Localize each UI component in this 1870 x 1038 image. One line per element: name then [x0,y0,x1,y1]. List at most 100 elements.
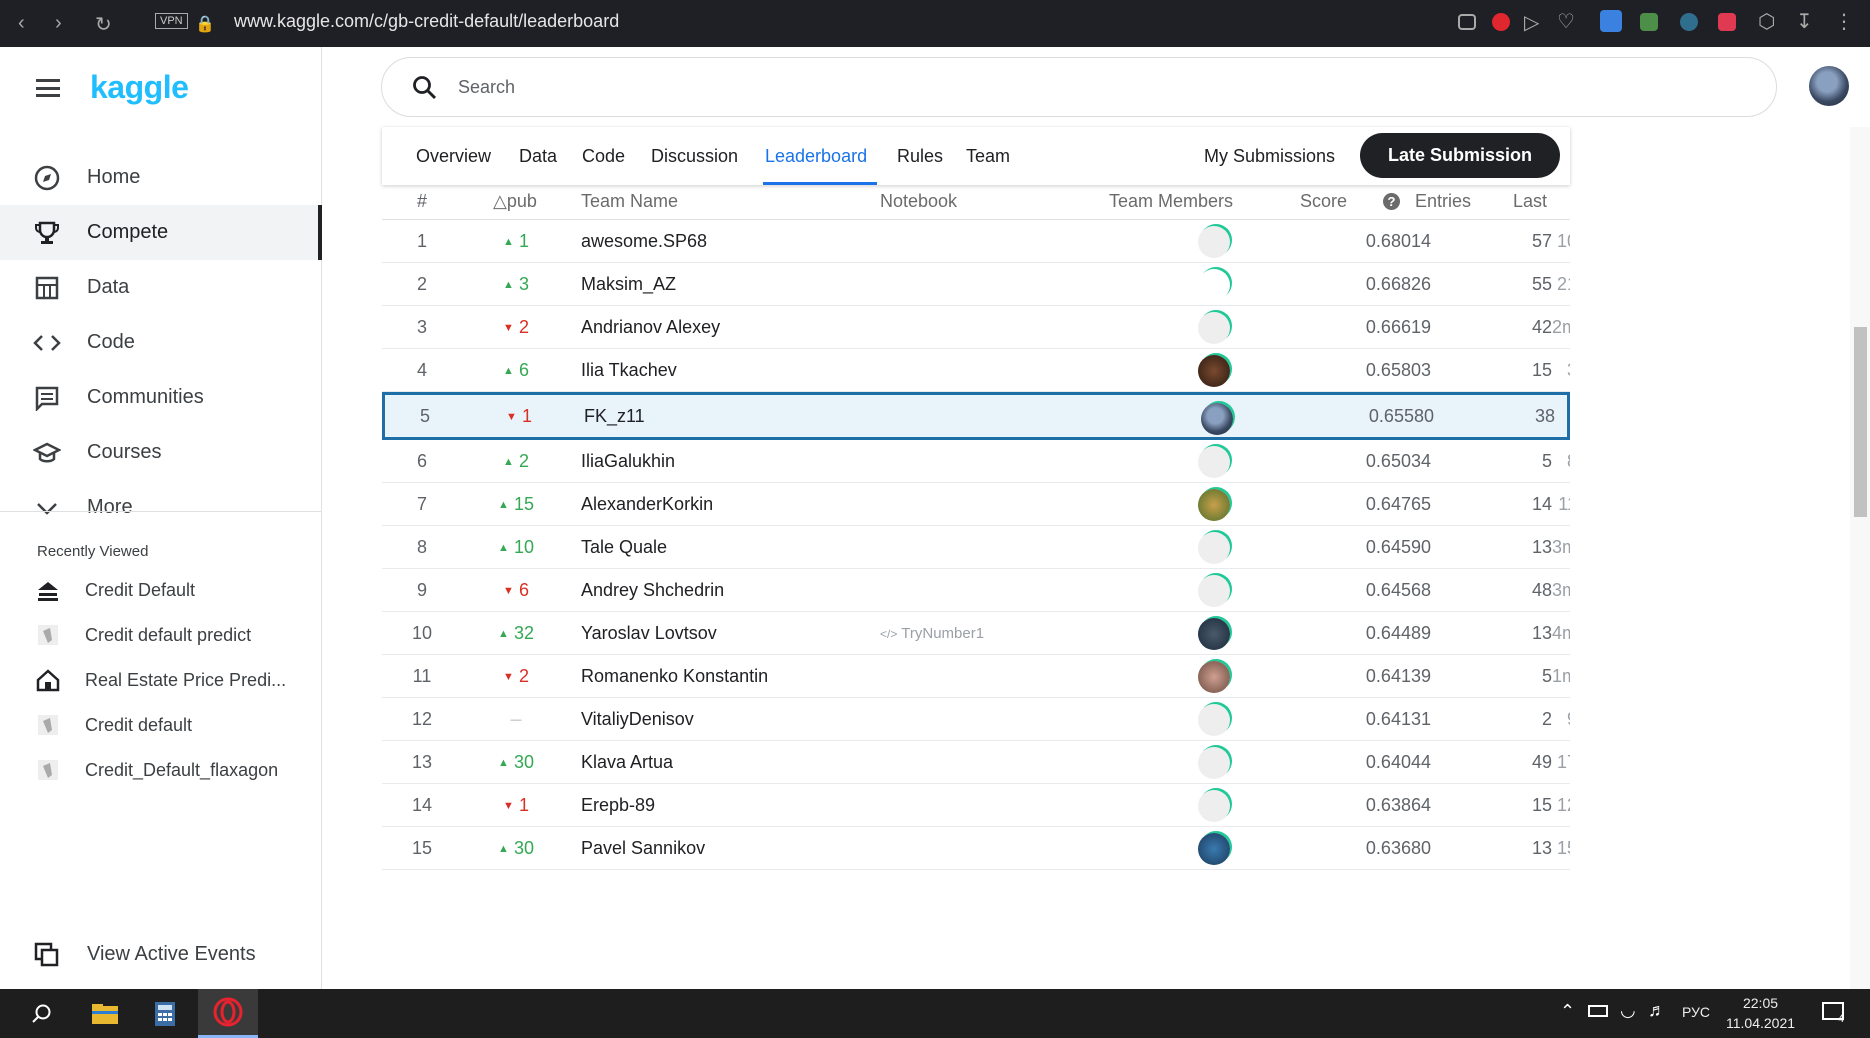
team-name-link[interactable]: IliaGalukhin [581,451,675,472]
table-row[interactable]: 5▼ 1FK_z110.65580381d [382,392,1570,440]
file-explorer-icon[interactable] [75,989,135,1038]
table-row[interactable]: 15▲ 30Pavel Sannikov0.636801315d [382,827,1570,870]
user-avatar[interactable] [1809,66,1849,106]
camera-icon[interactable] [1458,14,1476,30]
team-name-link[interactable]: Romanenko Konstantin [581,666,768,687]
team-member-avatar[interactable] [1201,403,1233,435]
recent-item[interactable]: Credit default predict [0,615,322,655]
scrollbar-thumb[interactable] [1854,327,1867,517]
hamburger-menu-icon[interactable] [36,79,60,97]
tab-data[interactable]: Data [519,146,557,167]
team-name-link[interactable]: Andrianov Alexey [581,317,720,338]
recent-item[interactable]: Credit_Default_flaxagon [0,750,322,790]
download-icon[interactable]: ↧ [1796,9,1813,34]
tab-code[interactable]: Code [582,146,625,167]
sidebar-item-more[interactable]: More [0,480,322,535]
tab-overview[interactable]: Overview [416,146,491,167]
sidebar-item-courses[interactable]: Courses [0,425,322,480]
my-submissions-link[interactable]: My Submissions [1204,146,1335,167]
team-member-avatar[interactable] [1198,661,1230,693]
team-name-link[interactable]: Ilia Tkachev [581,360,677,381]
table-row[interactable]: 2▲ 3Maksim_AZ0.668265521d [382,263,1570,306]
team-name-link[interactable]: Erepb-89 [581,795,655,816]
team-name-link[interactable]: Klava Artua [581,752,673,773]
team-name-link[interactable]: AlexanderKorkin [581,494,713,515]
late-submission-button[interactable]: Late Submission [1360,133,1560,178]
team-member-avatar[interactable] [1198,704,1230,736]
table-row[interactable]: 4▲ 6Ilia Tkachev0.65803153d [382,349,1570,392]
volume-icon[interactable]: ♬ [1648,1000,1666,1021]
table-row[interactable]: 8▲ 10Tale Quale0.64590133mo [382,526,1570,569]
team-name-link[interactable]: VitaliyDenisov [581,709,694,730]
team-name-link[interactable]: Yaroslav Lovtsov [581,623,717,644]
tab-leaderboard[interactable]: Leaderboard [765,146,867,167]
input-language[interactable]: РУС [1682,1004,1710,1020]
translate-icon[interactable] [1600,10,1622,32]
tab-rules[interactable]: Rules [897,146,943,167]
extension-cube-icon[interactable] [1640,13,1658,31]
send-icon[interactable]: ▷ [1524,10,1539,35]
recent-item[interactable]: Credit default [0,705,322,745]
team-member-avatar[interactable] [1198,575,1230,607]
sidebar-item-data[interactable]: Data [0,260,322,315]
heart-icon[interactable]: ♡ [1557,9,1575,34]
team-member-avatar[interactable] [1198,532,1230,564]
search-input[interactable]: Search [381,57,1777,117]
table-row[interactable]: 12— VitaliyDenisov0.6413129d [382,698,1570,741]
view-active-events-button[interactable]: View Active Events [0,927,322,982]
battery-icon[interactable] [1588,1005,1608,1017]
table-row[interactable]: 6▲ 2IliaGalukhin0.6503458d [382,440,1570,483]
team-name-link[interactable]: Maksim_AZ [581,274,676,295]
sidebar-item-code[interactable]: Code [0,315,322,370]
table-row[interactable]: 10 ▲ 32 Yaroslav Lovtsov </> TryNumber1 0.64… [382,612,1570,655]
team-name-link[interactable]: FK_z11 [584,406,645,427]
team-member-avatar[interactable] [1198,833,1230,865]
extension-calendar-icon[interactable] [1718,13,1736,31]
table-row[interactable]: 3▼ 2Andrianov Alexey0.66619422mo [382,306,1570,349]
vpn-badge[interactable]: VPN [155,13,188,29]
notebook-link[interactable]: </> TryNumber1 [880,625,984,642]
table-row[interactable]: 1▲ 1awesome.SP680.680145710d [382,220,1570,263]
back-icon[interactable]: ‹ [18,12,25,35]
calculator-icon[interactable] [135,989,195,1038]
table-row[interactable]: 14▼ 1Erepb-890.638641512d [382,784,1570,827]
sidebar-item-home[interactable]: Home [0,150,322,205]
team-member-avatar[interactable] [1198,226,1230,258]
kaggle-logo[interactable]: kaggle [90,69,189,106]
team-member-avatar[interactable] [1198,790,1230,822]
team-member-avatar[interactable] [1198,618,1230,650]
team-name-link[interactable]: awesome.SP68 [581,231,707,252]
recent-item[interactable]: Credit Default [0,570,322,610]
header-delta[interactable]: △pub [493,191,537,212]
search-icon[interactable] [12,989,72,1038]
address-bar[interactable]: www.kaggle.com/c/gb-credit-default/leade… [234,11,619,32]
team-member-avatar[interactable] [1198,355,1230,387]
reload-icon[interactable]: ↻ [95,12,112,37]
table-row[interactable]: 13▲ 30Klava Artua0.640444917d [382,741,1570,784]
team-member-avatar[interactable] [1198,446,1230,478]
menu-dots-icon[interactable]: ⋮ [1834,9,1854,34]
table-row[interactable]: 9▼ 6Andrey Shchedrin0.64568483mo [382,569,1570,612]
team-name-link[interactable]: Tale Quale [581,537,667,558]
sidebar-item-compete[interactable]: Compete [0,205,322,260]
tray-chevron-up-icon[interactable]: ⌃ [1560,1001,1575,1022]
team-member-avatar[interactable] [1198,489,1230,521]
team-name-link[interactable]: Andrey Shchedrin [581,580,724,601]
wifi-icon[interactable]: ◡ [1620,1000,1636,1021]
box-icon[interactable]: ⬡ [1758,9,1775,34]
help-icon[interactable]: ? [1383,193,1400,210]
clock[interactable]: 22:05 11.04.2021 [1726,993,1795,1033]
team-member-avatar[interactable] [1198,269,1230,301]
tab-team[interactable]: Team [966,146,1010,167]
forward-icon[interactable]: › [55,12,62,35]
sidebar-item-communities[interactable]: Communities [0,370,322,425]
recent-item[interactable]: Real Estate Price Predi... [0,660,322,700]
page-scrollbar[interactable] [1850,127,1870,989]
extension-globe-icon[interactable] [1680,13,1698,31]
opera-browser-icon[interactable] [198,989,258,1038]
table-row[interactable]: 7▲ 15AlexanderKorkin0.647651411d [382,483,1570,526]
team-member-avatar[interactable] [1198,747,1230,779]
tab-discussion[interactable]: Discussion [651,146,738,167]
table-row[interactable]: 11▼ 2Romanenko Konstantin0.6413951mo [382,655,1570,698]
team-member-avatar[interactable] [1198,312,1230,344]
